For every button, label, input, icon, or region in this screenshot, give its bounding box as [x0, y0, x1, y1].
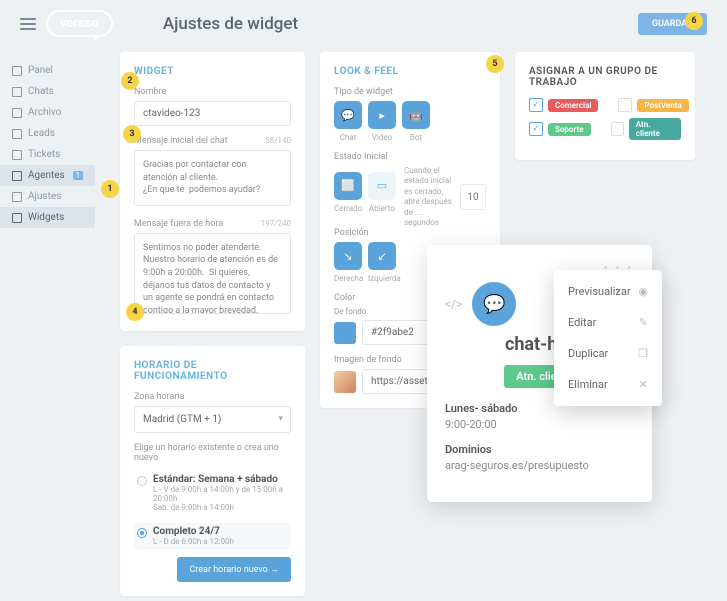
group-postventa[interactable]: ✓PostVenta — [618, 98, 688, 112]
menu-delete[interactable]: Eliminar✕ — [554, 369, 662, 400]
radio-icon — [137, 528, 147, 538]
nav-ajustes[interactable]: Ajustes — [0, 186, 95, 207]
schedule-opt-standard[interactable]: Estándar: Semana + sábadoL - V de 9:00h … — [134, 471, 291, 515]
group-comercial[interactable]: ✓Comercial — [529, 98, 598, 112]
agents-icon — [12, 171, 22, 181]
state-open[interactable]: ▭ — [368, 172, 396, 200]
domains-value: arag-seguros.es/presupuesto — [445, 459, 634, 472]
copy-icon: ❐ — [638, 347, 648, 360]
widgets-icon — [12, 213, 22, 223]
msg-init-label: Mensaje inicial del chat58/140 — [134, 136, 291, 146]
tz-label: Zona horaria — [134, 392, 291, 402]
nav-leads[interactable]: Leads — [0, 123, 95, 144]
close-icon: ✕ — [639, 378, 648, 391]
step-badge-3: 3 — [123, 125, 141, 143]
group-soporte[interactable]: ✓Soporte — [529, 118, 591, 140]
panel-icon — [12, 66, 22, 76]
schedule-card: HORARIO DE FUNCIONAMIENTO Zona horaria M… — [120, 346, 305, 596]
step-badge-1: 1 — [101, 180, 119, 198]
assign-title: ASIGNAR A UN GRUPO DE TRABAJO — [529, 66, 681, 88]
context-menu: Previsualizar◉ Editar✎ Duplicar❐ Elimina… — [554, 270, 662, 406]
state-desc: Cuando el estado inicial es cerrado, abr… — [404, 166, 452, 228]
domains-label: Dominios — [445, 443, 634, 456]
color-swatch[interactable] — [334, 322, 356, 344]
checkbox-icon: ✓ — [618, 98, 632, 112]
assign-card: ASIGNAR A UN GRUPO DE TRABAJO ✓Comercial… — [515, 52, 695, 160]
checkbox-icon: ✓ — [529, 122, 543, 136]
settings-icon — [12, 192, 22, 202]
tickets-icon — [12, 150, 22, 160]
menu-edit[interactable]: Editar✎ — [554, 307, 662, 338]
type-bot[interactable]: 🤖 — [402, 101, 430, 129]
state-label: Estado Inicial — [334, 152, 486, 162]
nav-badge: 1 — [73, 171, 84, 180]
tz-select[interactable]: Madrid (GTM + 1) — [134, 406, 291, 433]
bg-avatar[interactable] — [334, 371, 356, 393]
code-icon: </> — [445, 297, 462, 311]
pos-left[interactable]: ↙ — [368, 242, 396, 270]
page-title: Ajustes de widget — [163, 14, 298, 34]
msg-away-label: Mensaje fuera de hora197/240 — [134, 219, 291, 229]
nav-chats[interactable]: Chats — [0, 81, 95, 102]
menu-preview[interactable]: Previsualizar◉ — [554, 276, 662, 307]
step-badge-4: 4 — [126, 303, 144, 321]
msg-init-textarea[interactable]: Gracias por contactar con atención al cl… — [134, 150, 291, 206]
look-title: LOOK & FEEL — [334, 66, 486, 77]
archive-icon — [12, 108, 22, 118]
nav-widgets[interactable]: Widgets — [0, 207, 95, 228]
name-input[interactable] — [134, 101, 291, 126]
group-atencion[interactable]: ✓Atn. cliente — [611, 118, 681, 140]
msg-away-textarea[interactable]: Sentimos no poder atenderte. Nuestro hor… — [134, 233, 291, 314]
pencil-icon: ✎ — [639, 316, 648, 329]
hours-value: 9:00-20:00 — [445, 418, 634, 431]
step-badge-5: 5 — [486, 55, 504, 73]
checkbox-icon: ✓ — [611, 122, 624, 136]
nav-archivo[interactable]: Archivo — [0, 102, 95, 123]
type-chat[interactable]: 💬 — [334, 101, 362, 129]
name-label: Nombre — [134, 87, 291, 97]
msg-away-counter: 197/240 — [261, 219, 291, 228]
pos-right[interactable]: ↘ — [334, 242, 362, 270]
msg-init-counter: 58/140 — [265, 136, 291, 145]
type-video[interactable]: ▸ — [368, 101, 396, 129]
nav-agentes[interactable]: Agentes1 — [0, 165, 95, 186]
widget-card: WIDGET Nombre Mensaje inicial del chat58… — [120, 52, 305, 331]
eye-icon: ◉ — [638, 285, 648, 298]
create-schedule-button[interactable]: Crear horario nuevo → — [177, 557, 291, 582]
state-closed[interactable]: ⬜ — [334, 172, 362, 200]
schedule-opt-247[interactable]: Completo 24/7L - D de 6:00h a 12:00h — [134, 523, 291, 549]
state-delay-input[interactable] — [460, 184, 486, 210]
sidebar: Panel Chats Archivo Leads Tickets Agente… — [0, 55, 95, 233]
brand-logo: versso — [46, 10, 113, 37]
menu-duplicate[interactable]: Duplicar❐ — [554, 338, 662, 369]
schedule-title: HORARIO DE FUNCIONAMIENTO — [134, 360, 291, 382]
choose-label: Elige un horario existente o crea uno nu… — [134, 443, 291, 463]
radio-icon — [137, 476, 147, 486]
widget-title: WIDGET — [134, 66, 291, 77]
nav-tickets[interactable]: Tickets — [0, 144, 95, 165]
topbar: versso Ajustes de widget GUARDAR — [0, 0, 727, 47]
leads-icon — [12, 129, 22, 139]
step-badge-2: 2 — [121, 72, 139, 90]
pos-label: Posición — [334, 228, 486, 238]
nav-panel[interactable]: Panel — [0, 60, 95, 81]
chats-icon — [12, 87, 22, 97]
type-label: Tipo de widget — [334, 87, 486, 97]
chat-bubble-icon: 💬 — [472, 282, 516, 326]
step-badge-6: 6 — [685, 12, 703, 30]
hamburger-icon[interactable] — [20, 18, 36, 30]
checkbox-icon: ✓ — [529, 98, 543, 112]
